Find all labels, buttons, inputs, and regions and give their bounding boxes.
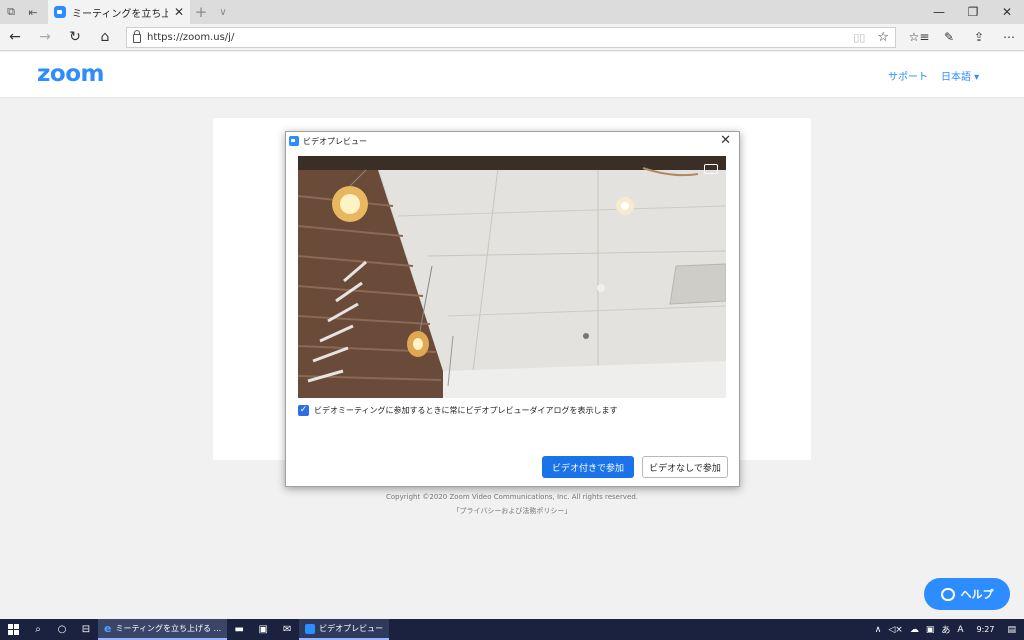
- taskbar-edge-app[interactable]: e ミーティングを立ち上げる ...: [98, 619, 228, 640]
- taskbar-zoom-label: ビデオプレビュー: [319, 624, 384, 633]
- share-icon[interactable]: ⇪: [964, 30, 994, 44]
- notes-pen-icon[interactable]: ✎: [934, 30, 964, 44]
- tab-title: ミーティングを立ち上げる - Z: [72, 8, 168, 20]
- lock-icon: [133, 30, 141, 43]
- tab-history-icon[interactable]: ⧉: [0, 1, 22, 23]
- taskbar-edge-label: ミーティングを立ち上げる ...: [115, 624, 222, 633]
- taskbar-zoom-app[interactable]: ビデオプレビュー: [299, 619, 390, 640]
- window-controls: — ❐ ✕: [922, 0, 1024, 24]
- help-label: ヘルプ: [960, 588, 994, 601]
- zoom-logo[interactable]: zoom: [37, 61, 104, 87]
- restore-icon[interactable]: ❐: [956, 0, 990, 24]
- tab-preview-chevron-icon[interactable]: ∨: [212, 7, 234, 18]
- store-icon[interactable]: ▣: [251, 619, 275, 640]
- taskbar-clock[interactable]: 9:27: [977, 625, 995, 634]
- start-button[interactable]: [0, 619, 26, 640]
- search-icon[interactable]: ⌕: [26, 619, 50, 640]
- forward-icon[interactable]: →: [30, 24, 60, 51]
- camera-preview: [298, 156, 726, 398]
- chat-bubble-icon: [940, 587, 955, 601]
- zoom-favicon-icon: [54, 6, 66, 18]
- edge-icon: e: [104, 622, 112, 635]
- privacy-link[interactable]: 「プライバシーおよび法務ポリシー」: [0, 506, 1024, 516]
- browser-tab-bar: ⧉ ⇤ ミーティングを立ち上げる - Z ✕ + ∨ — ❐ ✕: [0, 0, 1024, 24]
- window-close-icon[interactable]: ✕: [990, 0, 1024, 24]
- onedrive-cloud-icon[interactable]: ☁: [910, 625, 919, 635]
- dialog-title: ビデオプレビュー: [303, 136, 367, 146]
- url-text[interactable]: https://zoom.us/j/: [147, 32, 847, 43]
- address-bar[interactable]: https://zoom.us/j/ ▯▯ ☆: [126, 26, 896, 48]
- always-show-preview-option[interactable]: ✓ ビデオミーティングに参加するときに常にビデオプレビューダイアログを表示します: [298, 405, 618, 416]
- ime-mode[interactable]: あ: [941, 623, 950, 636]
- system-tray: ∧ ◁× ☁ ▣ あ A 9:27 ▤: [875, 623, 1024, 637]
- language-selector[interactable]: 日本語 ▾: [941, 68, 979, 83]
- show-hidden-icons-icon[interactable]: ∧: [875, 625, 882, 635]
- dialog-title-bar[interactable]: ビデオプレビュー: [286, 132, 739, 150]
- cortana-icon[interactable]: ○: [50, 619, 74, 640]
- copyright-text: Copyright ©2020 Zoom Video Communication…: [386, 493, 638, 501]
- always-show-preview-label[interactable]: ビデオミーティングに参加するときに常にビデオプレビューダイアログを表示します: [314, 405, 618, 416]
- zoom-page-header: zoom サポート 日本語 ▾: [0, 52, 1024, 98]
- task-view-icon[interactable]: ⊟: [74, 619, 98, 640]
- file-explorer-icon[interactable]: ▬: [227, 619, 251, 640]
- camera-switch-icon[interactable]: [704, 164, 718, 174]
- reading-view-icon[interactable]: ▯▯: [853, 31, 865, 44]
- help-button[interactable]: ヘルプ: [924, 578, 1010, 610]
- support-link[interactable]: サポート: [888, 68, 928, 83]
- windows-taskbar: ⌕ ○ ⊟ e ミーティングを立ち上げる ... ▬ ▣ ✉ ビデオプレビュー …: [0, 619, 1024, 640]
- back-icon[interactable]: ←: [0, 24, 30, 51]
- dialog-close-icon[interactable]: ✕: [720, 133, 731, 148]
- browser-tools: ☆≡ ✎ ⇪ ⋯: [904, 30, 1024, 44]
- mail-icon[interactable]: ✉: [275, 619, 299, 640]
- more-menu-icon[interactable]: ⋯: [994, 30, 1024, 44]
- video-preview-dialog: ビデオプレビュー ✕ ✓ ビデオミーティングに参加するときに常にビデオプレビュー…: [285, 131, 740, 487]
- minimize-icon[interactable]: —: [922, 0, 956, 24]
- favorite-star-icon[interactable]: ☆: [877, 30, 889, 45]
- camera-feed-image: [298, 156, 726, 398]
- volume-muted-icon[interactable]: ◁×: [888, 625, 902, 635]
- always-show-preview-checkbox[interactable]: ✓: [298, 405, 309, 416]
- home-icon[interactable]: ⌂: [90, 24, 120, 51]
- zoom-app-icon: [289, 136, 299, 146]
- windows-logo-icon: [7, 624, 19, 635]
- notifications-icon[interactable]: ▤: [1007, 625, 1016, 635]
- join-with-video-button[interactable]: ビデオ付きで参加: [542, 456, 634, 478]
- browser-tab[interactable]: ミーティングを立ち上げる - Z ✕: [48, 0, 190, 24]
- tab-close-icon[interactable]: ✕: [174, 5, 184, 19]
- new-tab-icon[interactable]: +: [190, 3, 212, 21]
- action-center-badge-icon[interactable]: ▣: [926, 625, 935, 635]
- favorites-hub-icon[interactable]: ☆≡: [904, 30, 934, 44]
- input-method-icon[interactable]: A: [957, 625, 963, 635]
- set-aside-tabs-icon[interactable]: ⇤: [22, 1, 44, 23]
- zoom-taskbar-icon: [305, 623, 316, 634]
- refresh-icon[interactable]: ↻: [60, 24, 90, 51]
- join-without-video-button[interactable]: ビデオなしで参加: [642, 456, 728, 478]
- browser-toolbar: ← → ↻ ⌂ https://zoom.us/j/ ▯▯ ☆ ☆≡ ✎ ⇪ ⋯: [0, 24, 1024, 51]
